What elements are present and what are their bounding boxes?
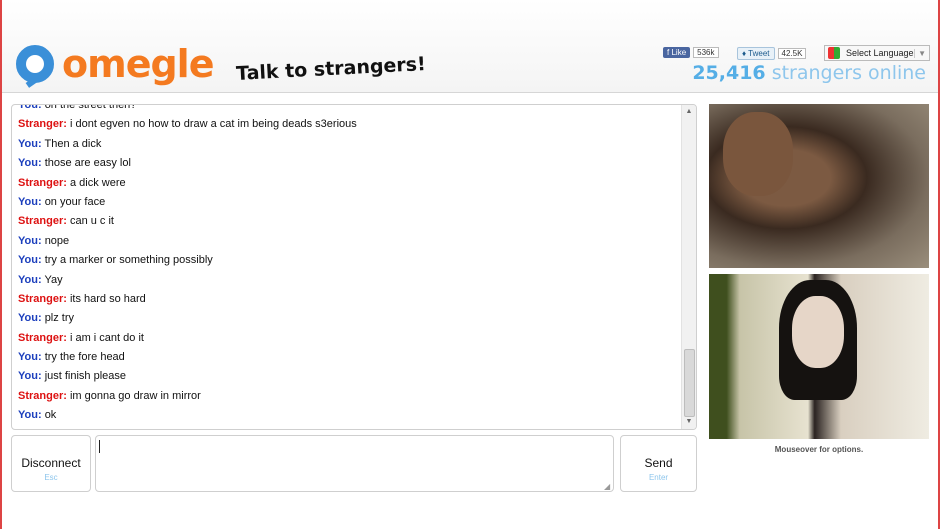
message-sender: You: [18, 195, 42, 208]
chat-message: You: Yay [18, 271, 678, 290]
chevron-down-icon: ▼ [914, 48, 926, 58]
chat-message: You: try the fore head [18, 348, 678, 367]
logo-mark-icon [16, 45, 54, 83]
strangers-online: 25,416 strangers online [692, 62, 926, 84]
tweet-count: 42.5K [777, 48, 807, 59]
chat-message: You: try a marker or something possibly [18, 251, 678, 270]
send-shortcut: Enter [648, 473, 669, 482]
tagline: Talk to strangers! [235, 53, 427, 85]
message-text: ok [44, 409, 57, 422]
online-count: 25,416 [692, 62, 766, 84]
message-text: just finish please [44, 370, 127, 383]
scroll-up-arrow-icon[interactable]: ▲ [682, 105, 696, 119]
logo-text: omegle [62, 42, 214, 86]
message-sender: You: [18, 254, 42, 267]
chat-message: You: nope [18, 232, 678, 251]
message-text: i am i cant do it [69, 331, 144, 344]
like-count: 536k [693, 47, 719, 58]
message-text: Then a dick [44, 137, 102, 150]
message-sender: You: [18, 312, 42, 325]
like-label: Like [671, 48, 687, 57]
message-sender: Stranger: [18, 331, 67, 344]
disconnect-shortcut: Esc [44, 473, 58, 482]
chat-message: You: Then a dick [18, 135, 678, 154]
scrollbar-thumb[interactable] [684, 349, 695, 417]
message-text: Yay [44, 273, 63, 286]
message-text: on your face [44, 195, 106, 208]
send-button[interactable]: Send Enter [620, 435, 697, 492]
chat-message: Stranger: i am i cant do it [18, 329, 678, 348]
message-sender: You: [18, 234, 42, 247]
online-label: strangers online [771, 62, 926, 84]
chat-message: You: on the street then? [18, 104, 678, 115]
message-text: those are easy lol [44, 157, 131, 170]
message-sender: You: [18, 409, 42, 422]
message-text: try the fore head [44, 351, 125, 364]
message-text: can u c it [69, 215, 114, 228]
message-text: try a marker or something possibly [44, 254, 213, 267]
message-sender: Stranger: [18, 118, 67, 131]
chat-message: Stranger: can u c it [18, 212, 678, 231]
message-sender: You: [18, 370, 42, 383]
message-sender: You: [18, 273, 42, 286]
self-video-face [792, 296, 844, 368]
message-sender: You: [18, 351, 42, 364]
message-text: on the street then? [44, 104, 137, 111]
message-text: nope [44, 234, 70, 247]
omegle-logo[interactable]: omegle [16, 42, 214, 86]
tweet[interactable]: ♦ Tweet 42.5K [737, 47, 807, 60]
message-text: im gonna go draw in mirror [69, 389, 201, 402]
tweet-button[interactable]: ♦ Tweet [737, 47, 775, 60]
select-language-label: Select Language [846, 48, 914, 58]
message-sender: Stranger: [18, 215, 67, 228]
message-input[interactable] [95, 435, 614, 492]
chat-scrollbar[interactable]: ▲ ▼ [681, 105, 696, 429]
message-sender: You: [18, 137, 42, 150]
message-sender: You: [18, 157, 42, 170]
message-sender: Stranger: [18, 389, 67, 402]
chat-message: Stranger: its hard so hard [18, 290, 678, 309]
chat-message: You: on your face [18, 193, 678, 212]
chat-message: Stranger: i dont egven no how to draw a … [18, 115, 678, 134]
scroll-down-arrow-icon[interactable]: ▼ [682, 415, 696, 429]
select-language-dropdown[interactable]: Select Language ▼ [824, 45, 930, 61]
facebook-like[interactable]: f Like 536k [663, 47, 719, 58]
chat-message: You: plz try [18, 309, 678, 328]
twitter-bird-icon: ♦ [742, 49, 747, 58]
disconnect-button[interactable]: Disconnect Esc [11, 435, 91, 492]
facebook-icon: f [667, 48, 670, 57]
resize-handle-icon[interactable]: ◢ [604, 482, 610, 491]
header: omegle Talk to strangers! f Like 536k ♦ … [2, 0, 938, 93]
message-sender: Stranger: [18, 292, 67, 305]
stranger-video[interactable] [709, 104, 929, 268]
chat-message: You: just finish please [18, 367, 678, 386]
facebook-like-button[interactable]: f Like [663, 47, 691, 58]
self-video[interactable] [709, 274, 929, 439]
chat-message: You: ok [18, 406, 678, 425]
text-caret [99, 440, 100, 453]
chat-log[interactable]: You: on the street then? Stranger: i dont… [11, 104, 697, 430]
message-text: its hard so hard [69, 292, 146, 305]
video-options-hint: Mouseover for options. [774, 445, 864, 454]
stranger-video-figure [723, 112, 793, 196]
message-text: a dick were [69, 176, 126, 189]
google-translate-icon [828, 47, 840, 59]
chat-message: Stranger: a dick were [18, 174, 678, 193]
chat-message: Stranger: im gonna go draw in mirror [18, 387, 678, 406]
tweet-label: Tweet [748, 49, 770, 58]
message-text: plz try [44, 312, 75, 325]
chat-message: You: those are easy lol [18, 154, 678, 173]
message-text: i dont egven no how to draw a cat im bei… [69, 118, 357, 131]
message-sender: Stranger: [18, 176, 67, 189]
message-sender: You: [18, 104, 42, 111]
send-label: Send [644, 456, 673, 470]
message-list: You: on the street then? Stranger: i dont… [18, 104, 678, 426]
disconnect-label: Disconnect [21, 456, 81, 470]
